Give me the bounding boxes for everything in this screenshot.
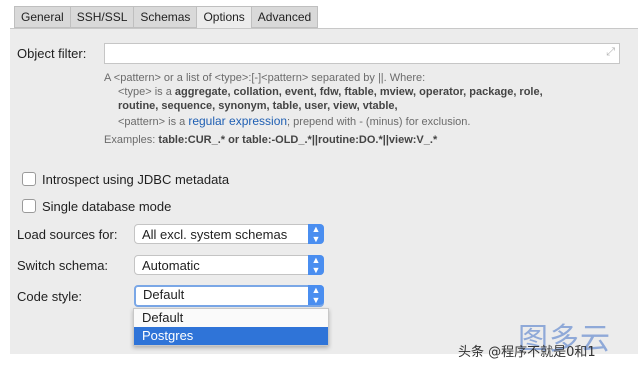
load-sources-label: Load sources for:: [17, 227, 118, 242]
help-line-1: A <pattern> or a list of <type>:[-]<patt…: [104, 72, 426, 84]
object-filter-input[interactable]: ⤢: [104, 43, 620, 64]
code-style-option-default[interactable]: Default: [134, 309, 328, 327]
help-line-3: routine, sequence, synonym, table, user,…: [118, 100, 398, 112]
watermark-caption: 头条 @程序不就是0和1: [458, 345, 596, 360]
expand-icon[interactable]: ⤢: [606, 46, 615, 59]
switch-schema-label: Switch schema:: [17, 258, 109, 273]
help-type-list-1: aggregate, collation, event, fdw, ftable…: [174, 86, 543, 98]
object-filter-label: Object filter:: [17, 46, 87, 61]
help-line-2: <type> is a aggregate, collation, event,…: [118, 86, 543, 98]
single-database-label: Single database mode: [42, 199, 172, 214]
help-line-4: <pattern> is a regular expression; prepe…: [118, 114, 470, 128]
help-examples: Examples: table:CUR_.* or table:-OLD_.*|…: [104, 134, 437, 146]
regular-expression-link[interactable]: regular expression: [188, 114, 287, 128]
introspect-jdbc-checkbox[interactable]: [22, 172, 36, 186]
single-database-checkbox[interactable]: [22, 199, 36, 213]
tab-ssh-ssl[interactable]: SSH/SSL: [69, 6, 134, 28]
load-sources-value: All excl. system schemas: [142, 227, 288, 242]
tab-advanced[interactable]: Advanced: [250, 6, 319, 28]
help-examples-text: table:CUR_.* or table:-OLD_.*||routine:D…: [158, 134, 438, 146]
help-examples-prefix: Examples:: [104, 134, 159, 146]
tab-schemas[interactable]: Schemas: [133, 6, 197, 28]
tab-options[interactable]: Options: [196, 6, 251, 29]
chevron-updown-icon: ▲ ▼: [308, 255, 324, 275]
options-tabbar: General SSH/SSL Schemas Options Advanced: [14, 6, 319, 29]
introspect-jdbc-label: Introspect using JDBC metadata: [42, 172, 230, 187]
chevron-updown-icon: ▲ ▼: [308, 224, 324, 244]
code-style-dropdown: Default Postgres: [133, 308, 329, 346]
switch-schema-value: Automatic: [142, 258, 200, 273]
code-style-label: Code style:: [17, 289, 83, 304]
code-style-option-postgres[interactable]: Postgres: [134, 327, 328, 345]
help-type-list-2: routine, sequence, synonym, table, user,…: [118, 100, 398, 112]
tab-general[interactable]: General: [14, 6, 70, 28]
code-style-value: Default: [143, 287, 185, 302]
code-style-select[interactable]: Default ▲ ▼: [134, 285, 324, 307]
load-sources-select[interactable]: All excl. system schemas ▲ ▼: [134, 224, 324, 244]
chevron-updown-icon: ▲ ▼: [308, 285, 324, 305]
help-pattern-prefix: <pattern> is a: [118, 116, 189, 128]
switch-schema-select[interactable]: Automatic ▲ ▼: [134, 255, 324, 275]
help-pattern-suffix: ; prepend with - (minus) for exclusion.: [287, 116, 471, 128]
help-type-prefix: <type> is a: [118, 86, 175, 98]
